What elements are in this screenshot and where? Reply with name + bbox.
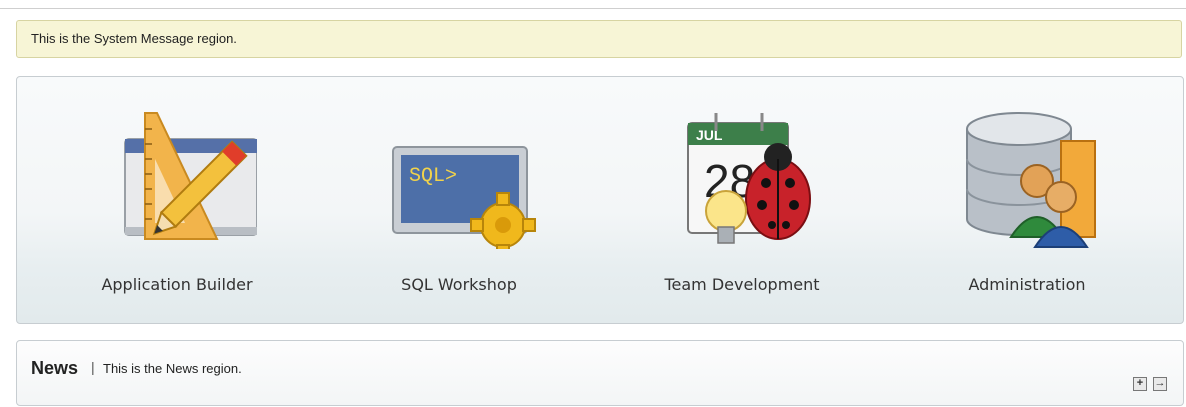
administration-label: Administration <box>968 275 1086 294</box>
sql-prompt-text: SQL> <box>409 165 457 188</box>
news-expand-button[interactable]: + <box>1133 377 1147 391</box>
news-separator: | <box>91 359 95 375</box>
application-builder-icon <box>124 112 257 240</box>
team-development-tile[interactable]: JUL 28 Team Development <box>622 77 862 323</box>
sql-workshop-icon: SQL> <box>392 146 536 249</box>
application-tiles-region: Application Builder SQL> SQL Workshop JU… <box>16 76 1184 324</box>
sql-workshop-label: SQL Workshop <box>401 275 517 294</box>
sql-workshop-tile[interactable]: SQL> SQL Workshop <box>339 77 579 323</box>
team-development-label: Team Development <box>664 275 820 294</box>
news-goto-button[interactable]: → <box>1153 377 1167 391</box>
top-divider <box>0 8 1186 9</box>
news-region: News | This is the News region. + → <box>16 340 1184 406</box>
news-text: This is the News region. <box>103 361 242 376</box>
administration-icon <box>966 112 1096 248</box>
news-title: News <box>31 358 79 378</box>
application-builder-tile[interactable]: Application Builder <box>57 77 297 323</box>
calendar-month: JUL <box>696 127 723 143</box>
application-builder-label: Application Builder <box>101 275 253 294</box>
administration-tile[interactable]: Administration <box>907 77 1147 323</box>
system-message-region: This is the System Message region. <box>16 20 1182 58</box>
team-development-icon: JUL 28 <box>687 113 811 244</box>
system-message-text: This is the System Message region. <box>31 31 237 46</box>
